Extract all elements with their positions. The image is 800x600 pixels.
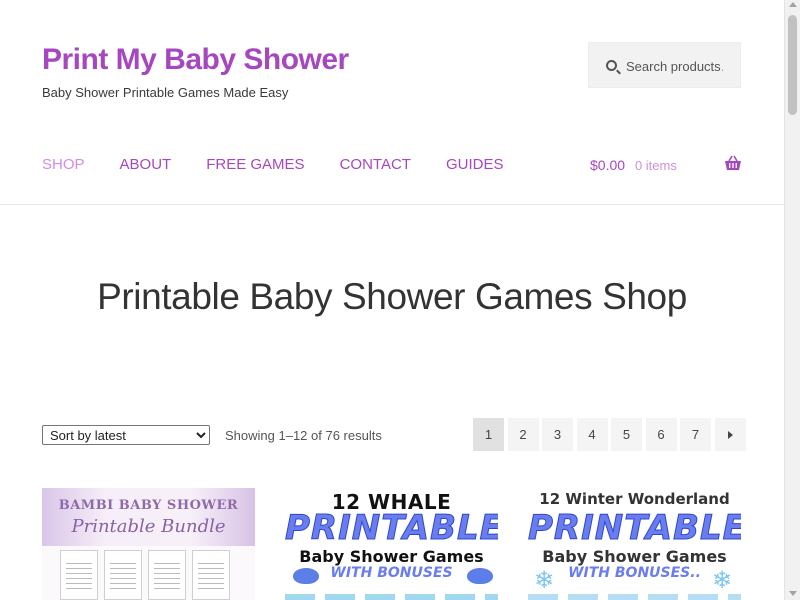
sheet-thumbnail: [148, 550, 186, 600]
nav-item-about[interactable]: ABOUT: [120, 156, 172, 173]
snowflake-icon: ❄: [712, 567, 733, 594]
product-card-bambi[interactable]: BAMBI BABY SHOWER Printable Bundle: [42, 488, 255, 600]
product-image-line2: Printable Bundle: [71, 516, 226, 537]
product-image-line2: PRINTABLE: [528, 508, 741, 549]
scroll-down-icon[interactable]: [789, 591, 797, 596]
product-card-winter-wonderland[interactable]: 12 Winter Wonderland PRINTABLE Baby Show…: [528, 488, 741, 600]
product-card-whale[interactable]: 12 WHALE PRINTABLE Baby Shower Games WIT…: [285, 488, 498, 600]
basket-icon[interactable]: [724, 155, 742, 171]
product-image-line3: Baby Shower Games: [542, 547, 727, 566]
product-image-line4: WITH BONUSES..: [568, 565, 701, 581]
cart-amount: $0.00: [590, 157, 626, 173]
next-page-button[interactable]: [714, 418, 746, 451]
product-image-line1: BAMBI BABY SHOWER: [58, 498, 239, 513]
result-count: Showing 1–12 of 76 results: [225, 428, 382, 443]
whale-icon: [467, 568, 493, 584]
sort-select[interactable]: Sort by latest: [42, 425, 210, 445]
page-link-7[interactable]: 7: [680, 418, 711, 451]
sheet-thumbnail: [60, 550, 98, 600]
product-image-line1: 12 Winter Wonderland: [539, 490, 730, 508]
product-image-line2: PRINTABLE: [285, 508, 498, 549]
nav-item-guides[interactable]: GUIDES: [446, 156, 504, 173]
primary-navigation: SHOP ABOUT FREE GAMES CONTACT GUIDES: [42, 156, 538, 173]
cart-count: 0 items: [634, 158, 677, 173]
page: Print My Baby Shower Baby Shower Printab…: [0, 0, 784, 600]
page-link-5[interactable]: 5: [611, 418, 642, 451]
page-link-1[interactable]: 1: [473, 418, 504, 451]
whale-icon: [293, 568, 319, 584]
site-title[interactable]: Print My Baby Shower: [42, 43, 349, 77]
product-search: [588, 42, 741, 88]
pagination: 1 2 3 4 5 6 7: [473, 418, 746, 451]
printable-sheets-preview: [60, 550, 236, 600]
product-image-line3: Baby Shower Games: [299, 547, 484, 566]
page-link-2[interactable]: 2: [507, 418, 539, 451]
chevron-right-icon: [727, 430, 733, 439]
search-icon[interactable]: [606, 60, 617, 71]
sheet-thumbnail: [104, 550, 142, 600]
vertical-scrollbar[interactable]: [784, 0, 800, 600]
sheet-thumbnail: [192, 550, 230, 600]
page-link-4[interactable]: 4: [576, 418, 608, 451]
snowflake-icon: ❄: [534, 567, 555, 594]
sheet-strip: [528, 594, 741, 600]
nav-item-shop[interactable]: SHOP: [42, 156, 85, 173]
header-divider: [0, 204, 784, 205]
nav-item-contact[interactable]: CONTACT: [340, 156, 411, 173]
page-link-3[interactable]: 3: [542, 418, 573, 451]
scrollbar-thumb[interactable]: [788, 15, 797, 115]
page-title: Printable Baby Shower Games Shop: [97, 276, 687, 317]
sheet-strip: [285, 594, 498, 600]
site-tagline: Baby Shower Printable Games Made Easy: [42, 85, 289, 100]
nav-item-free-games[interactable]: FREE GAMES: [206, 156, 304, 173]
header-cart[interactable]: $0.00 0 items: [590, 155, 742, 175]
scroll-up-icon[interactable]: [789, 2, 797, 7]
search-input[interactable]: [626, 56, 736, 76]
page-link-6[interactable]: 6: [645, 418, 677, 451]
